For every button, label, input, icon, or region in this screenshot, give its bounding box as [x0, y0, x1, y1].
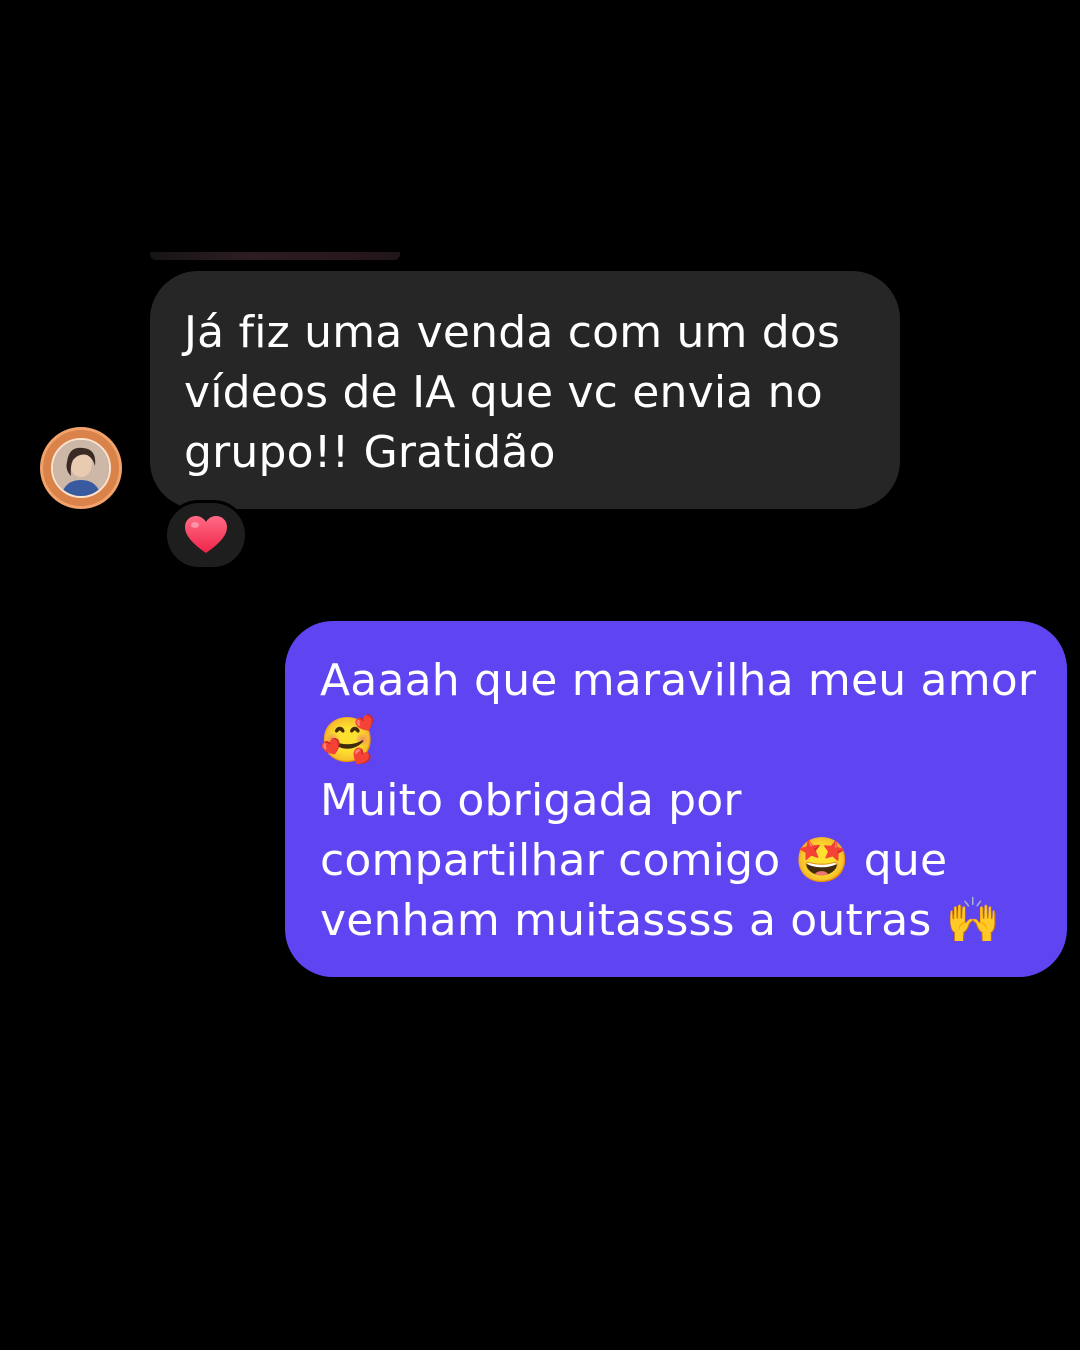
message-text-line: Já fiz uma venda com um dos [184, 307, 841, 358]
message-text-line: venham muitassss a outras 🙌 [320, 895, 1001, 946]
avatar-photo [51, 438, 111, 498]
chat-screen: Já fiz uma venda com um dos vídeos de IA… [0, 0, 1080, 1350]
message-text-line: 🥰 [320, 715, 375, 766]
person-icon [53, 440, 109, 496]
heart-icon [185, 516, 227, 553]
message-text-line: Muito obrigada por [320, 775, 742, 826]
message-text-line: grupo!! Gratidão [184, 427, 556, 478]
received-message-bubble[interactable]: Já fiz uma venda com um dos vídeos de IA… [150, 271, 900, 509]
reaction-badge[interactable] [164, 500, 248, 570]
message-text-line: vídeos de IA que vc envia no [184, 367, 823, 418]
avatar[interactable] [40, 427, 122, 509]
message-text-line: Aaaah que maravilha meu amor [320, 655, 1037, 706]
previous-message-remnant [150, 252, 400, 260]
message-text-line: compartilhar comigo 🤩 que [320, 835, 948, 886]
sent-message-bubble[interactable]: Aaaah que maravilha meu amor 🥰 Muito obr… [285, 621, 1067, 977]
